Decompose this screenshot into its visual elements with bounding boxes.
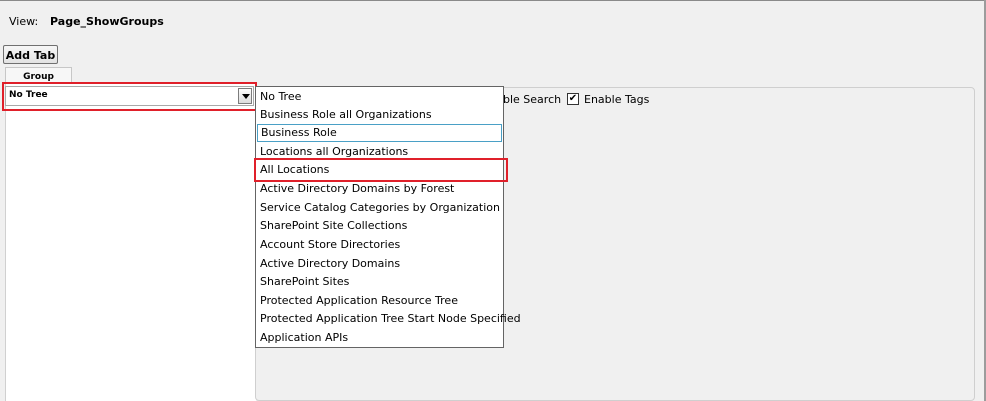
- dropdown-selected-header[interactable]: No Tree: [256, 87, 503, 106]
- enable-tags-checkbox[interactable]: ✔: [567, 93, 579, 105]
- view-label: View:: [9, 15, 39, 28]
- list-item[interactable]: Application APIs: [257, 329, 502, 347]
- enable-search-label: ble Search: [503, 93, 562, 106]
- view-name: Page_ShowGroups: [50, 15, 164, 28]
- list-item[interactable]: Account Store Directories: [257, 236, 502, 254]
- list-item[interactable]: SharePoint Sites: [257, 273, 502, 291]
- list-item[interactable]: Active Directory Domains: [257, 255, 502, 273]
- enable-tags-label: Enable Tags: [584, 93, 650, 106]
- list-item[interactable]: Active Directory Domains by Forest: [257, 180, 502, 198]
- tab-group[interactable]: Group: [5, 67, 72, 83]
- list-item[interactable]: Protected Application Resource Tree: [257, 292, 502, 310]
- list-item[interactable]: Business Role all Organizations: [257, 106, 502, 124]
- tree-select-dropdown-list: No Tree Business Role all Organizations …: [255, 86, 521, 348]
- option-highlight-box: [254, 158, 508, 182]
- combobox-highlight-box: [2, 82, 257, 111]
- list-item[interactable]: Protected Application Tree Start Node Sp…: [257, 310, 521, 328]
- list-item-focused[interactable]: Business Role: [257, 124, 502, 142]
- group-tab-panel: [5, 83, 256, 401]
- list-item[interactable]: Service Catalog Categories by Organizati…: [257, 199, 502, 217]
- list-item[interactable]: SharePoint Site Collections: [257, 217, 502, 235]
- add-tab-button[interactable]: Add Tab: [3, 45, 58, 64]
- window-top-border: [0, 0, 986, 1]
